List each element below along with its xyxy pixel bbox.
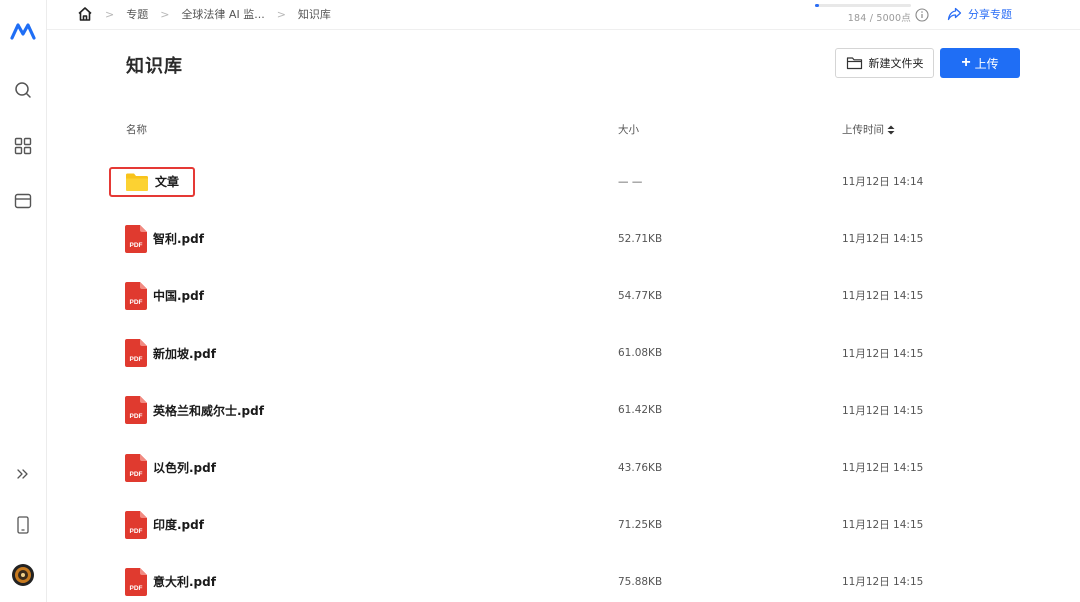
file-name: 印度.pdf <box>153 518 204 533</box>
quota-progress-bar <box>815 4 911 7</box>
file-size: 52.71KB <box>618 232 663 245</box>
upload-time: 11月12日 14:15 <box>842 290 924 303</box>
column-header-time[interactable]: 上传时间 <box>842 122 895 137</box>
svg-text:PDF: PDF <box>130 242 143 249</box>
svg-text:PDF: PDF <box>130 471 143 478</box>
file-name-cell[interactable]: PDF 印度.pdf <box>125 496 204 553</box>
new-folder-button[interactable]: 新建文件夹 <box>835 48 934 78</box>
file-size: 75.88KB <box>618 575 663 588</box>
file-row[interactable]: PDF 意大利.pdf 75.88KB 11月12日 14:15 <box>0 553 1080 602</box>
folder-outline-icon <box>846 57 862 70</box>
breadcrumb-item[interactable]: 全球法律 AI 监... <box>181 6 264 22</box>
quota-meter: 184 / 5000点 <box>815 4 915 24</box>
file-row[interactable]: PDF 新加坡.pdf 61.08KB 11月12日 14:15 <box>0 325 1080 382</box>
file-size: 54.77KB <box>618 289 663 302</box>
pdf-file-icon: PDF <box>125 339 147 368</box>
pdf-file-icon: PDF <box>125 567 147 596</box>
file-name-cell[interactable]: PDF 中国.pdf <box>125 267 204 324</box>
plus-icon: + <box>961 54 971 71</box>
file-size: 71.25KB <box>618 518 663 531</box>
chevron-right-icon: > <box>276 7 286 21</box>
chevron-right-icon: > <box>160 7 170 21</box>
share-topic-button[interactable]: 分享专题 <box>947 6 1012 22</box>
upload-time: 11月12日 14:15 <box>842 462 924 474</box>
highlight-box <box>109 167 195 197</box>
sort-icon[interactable] <box>887 125 895 135</box>
quota-progress-fill <box>815 4 819 7</box>
column-header-name: 名称 <box>126 124 147 136</box>
file-name: 以色列.pdf <box>153 461 216 475</box>
upload-time: 11月12日 14:15 <box>842 233 924 246</box>
info-icon[interactable] <box>915 7 929 26</box>
new-folder-label: 新建文件夹 <box>868 58 924 70</box>
file-name: 意大利.pdf <box>153 575 216 590</box>
file-name: 中国.pdf <box>153 289 204 304</box>
pdf-file-icon: PDF <box>125 396 147 425</box>
file-name-cell[interactable]: PDF 智利.pdf <box>125 210 204 267</box>
file-name-cell[interactable]: PDF 意大利.pdf <box>125 553 216 602</box>
file-name-cell[interactable]: PDF 新加坡.pdf <box>125 325 216 382</box>
breadcrumb: > 专题 > 全球法律 AI 监... > 知识库 <box>77 0 331 28</box>
file-name-cell[interactable]: PDF 以色列.pdf <box>125 439 216 496</box>
share-icon <box>947 7 962 21</box>
svg-text:PDF: PDF <box>130 413 143 420</box>
upload-time: 11月12日 14:15 <box>842 576 924 589</box>
search-icon[interactable] <box>0 81 46 99</box>
top-bar: > 专题 > 全球法律 AI 监... > 知识库 184 / 5000点 分享… <box>47 0 1080 30</box>
share-topic-label: 分享专题 <box>968 8 1012 21</box>
file-row[interactable]: PDF 以色列.pdf 43.76KB 11月12日 14:15 <box>0 439 1080 496</box>
svg-text:PDF: PDF <box>130 528 143 535</box>
file-row[interactable]: PDF 智利.pdf 52.71KB 11月12日 14:15 <box>0 210 1080 267</box>
file-name: 智利.pdf <box>153 232 204 247</box>
pdf-file-icon: PDF <box>125 224 147 253</box>
file-name: 英格兰和威尔士.pdf <box>153 403 264 418</box>
page-title: 知识库 <box>126 56 183 77</box>
file-name-cell[interactable]: PDF 英格兰和威尔士.pdf <box>125 382 264 439</box>
file-row[interactable]: PDF 印度.pdf 71.25KB 11月12日 14:15 <box>0 496 1080 553</box>
file-size: 61.08KB <box>618 347 663 360</box>
pdf-file-icon: PDF <box>125 453 147 482</box>
svg-text:PDF: PDF <box>130 299 143 306</box>
upload-button[interactable]: + 上传 <box>940 48 1020 78</box>
file-size: 43.76KB <box>618 461 663 474</box>
pdf-file-icon: PDF <box>125 510 147 539</box>
breadcrumb-item-current: 知识库 <box>297 8 331 21</box>
app-logo-icon[interactable] <box>0 22 46 40</box>
quota-text: 184 / 5000点 <box>847 13 911 24</box>
file-size: — — <box>618 175 643 188</box>
file-size: 61.42KB <box>618 404 663 417</box>
upload-time: 11月12日 14:15 <box>842 347 924 360</box>
file-row[interactable]: PDF 中国.pdf 54.77KB 11月12日 14:15 <box>0 267 1080 324</box>
upload-label: 上传 <box>974 56 999 71</box>
upload-time: 11月12日 14:14 <box>842 176 924 188</box>
upload-time: 11月12日 14:15 <box>842 519 924 532</box>
pdf-file-icon: PDF <box>125 281 147 310</box>
svg-text:PDF: PDF <box>130 356 143 363</box>
column-header-size: 大小 <box>618 124 639 136</box>
breadcrumb-item[interactable]: 专题 <box>126 6 148 22</box>
file-name: 新加坡.pdf <box>153 346 216 361</box>
file-row[interactable]: PDF 英格兰和威尔士.pdf 61.42KB 11月12日 14:15 <box>0 382 1080 439</box>
upload-time: 11月12日 14:15 <box>842 404 924 417</box>
chevron-right-icon: > <box>105 7 115 21</box>
home-icon[interactable] <box>77 6 93 22</box>
svg-text:PDF: PDF <box>130 585 143 592</box>
